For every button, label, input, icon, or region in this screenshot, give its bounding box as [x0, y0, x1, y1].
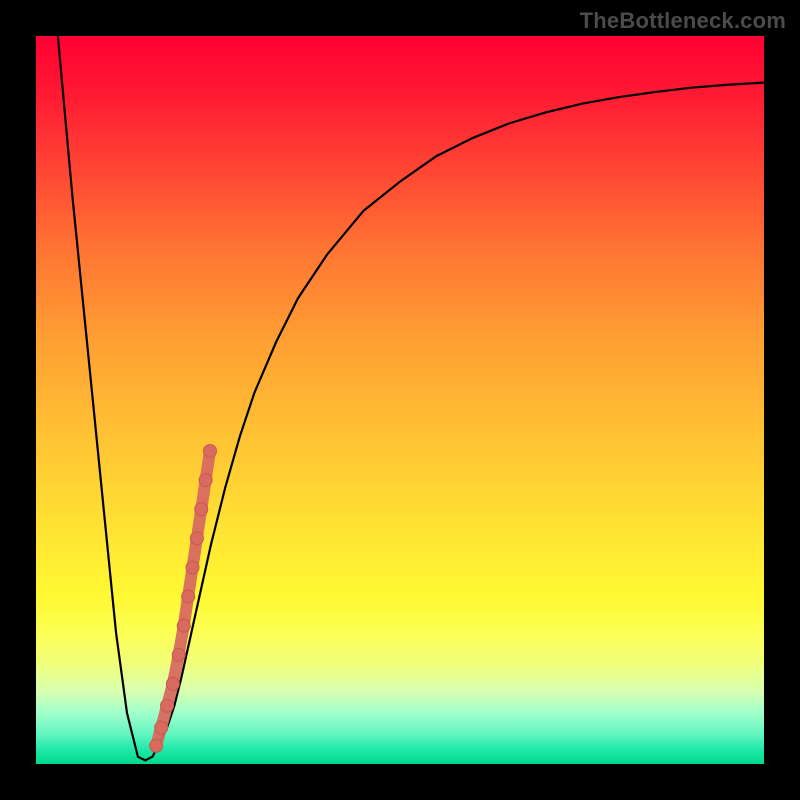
marker-point — [177, 619, 190, 632]
marker-point — [186, 561, 199, 574]
marker-point — [150, 739, 163, 752]
marker-point — [155, 721, 168, 734]
marker-point — [190, 532, 203, 545]
highlighted-markers — [150, 444, 217, 752]
marker-point — [199, 474, 212, 487]
plot-area — [36, 36, 764, 764]
marker-point — [161, 699, 174, 712]
curve-layer — [36, 36, 764, 764]
watermark-text: TheBottleneck.com — [580, 8, 786, 34]
marker-point — [172, 648, 185, 661]
bottleneck-curve-path — [58, 36, 764, 760]
chart-frame: TheBottleneck.com — [0, 0, 800, 800]
marker-point — [203, 444, 216, 457]
marker-point — [182, 590, 195, 603]
marker-point — [166, 677, 179, 690]
marker-point — [195, 503, 208, 516]
